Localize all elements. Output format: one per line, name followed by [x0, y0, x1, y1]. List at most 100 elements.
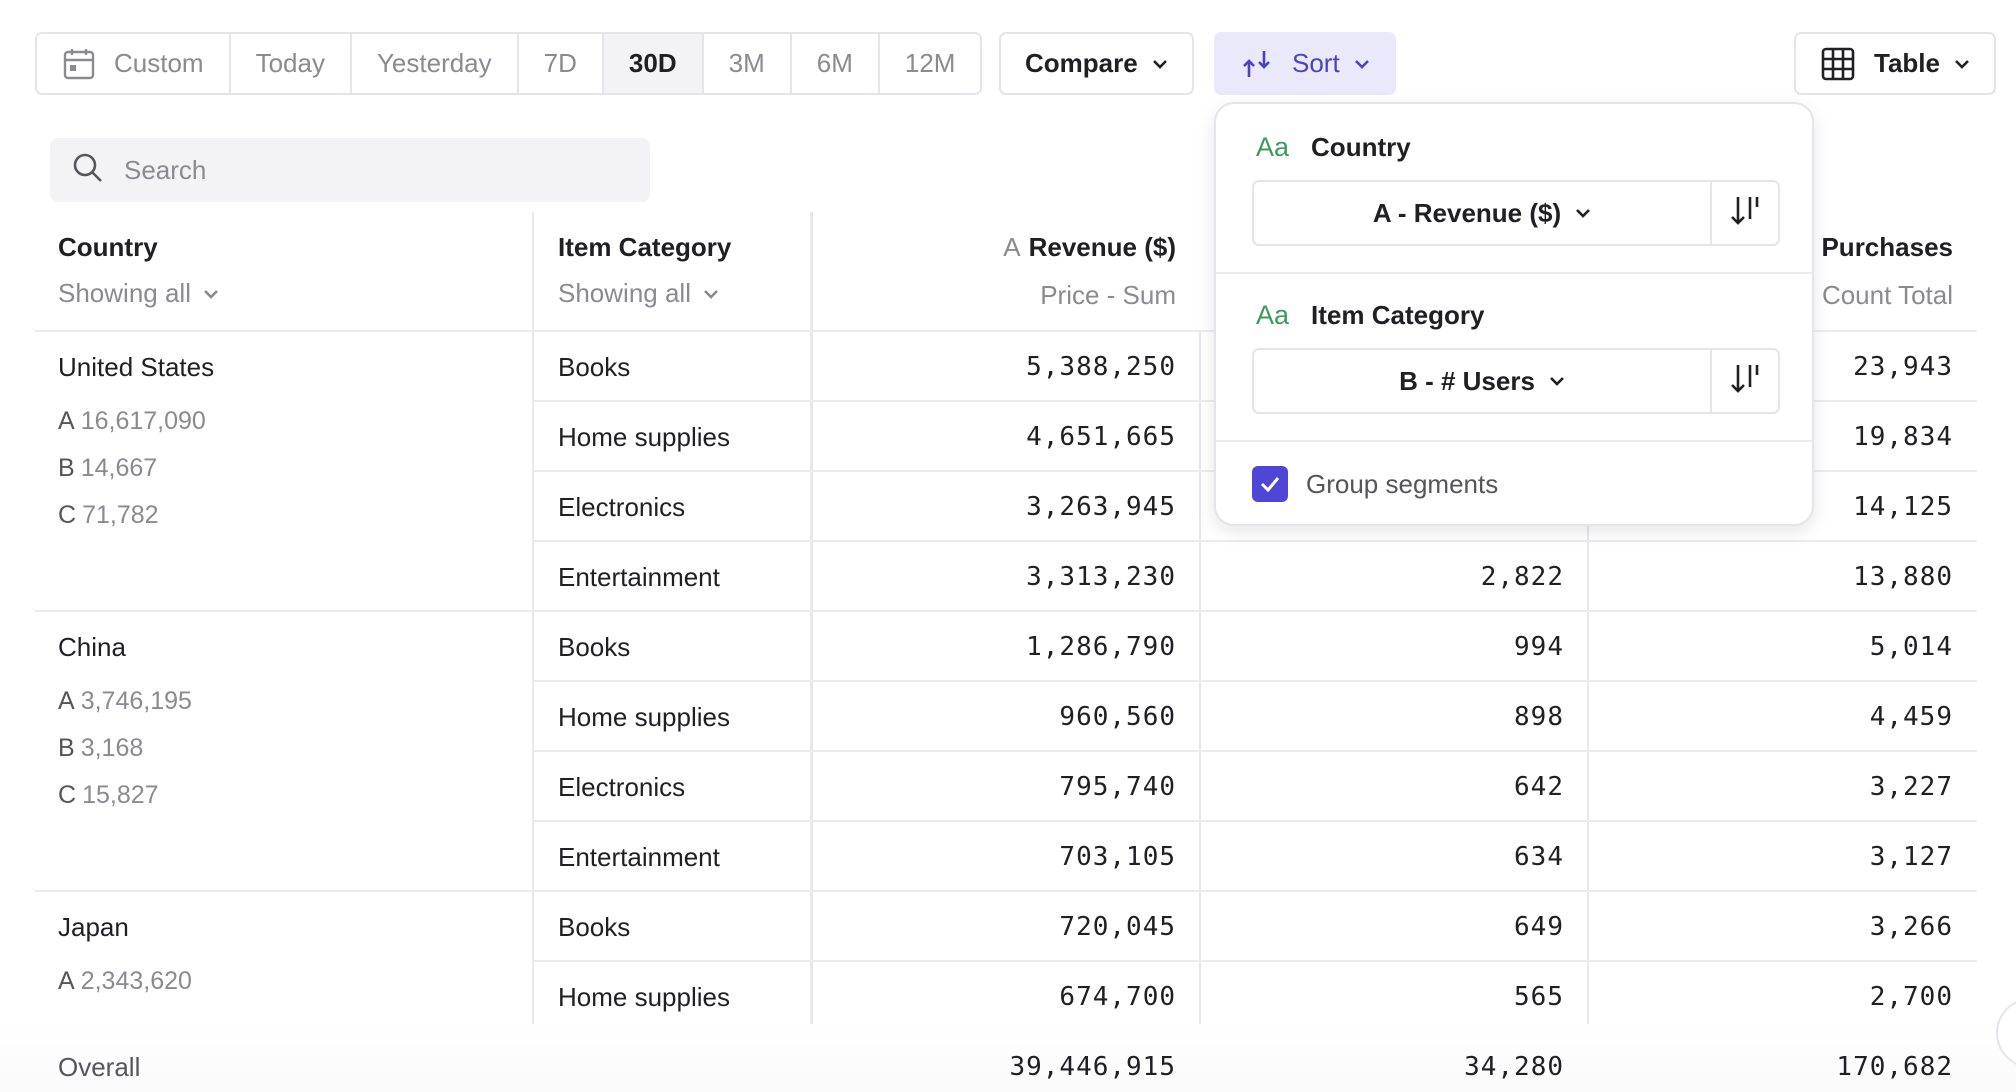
table-grid-icon [1820, 46, 1856, 82]
country-filter-dropdown[interactable]: Showing all [58, 278, 219, 309]
range-12m-button[interactable]: 12M [879, 34, 981, 93]
category-cell[interactable]: Books [558, 352, 630, 383]
metric-letter: A [1003, 232, 1021, 262]
overall-row [0, 1024, 2016, 1092]
sort-popover: Aa Country A - Revenue ($) Aa Item Categ… [1214, 102, 1814, 526]
row-divider [533, 890, 1977, 892]
item-category-column-header[interactable]: Item Category [558, 232, 731, 263]
group-segments-label: Group segments [1306, 468, 1499, 499]
sort-category-control: B - # Users [1252, 348, 1780, 414]
country-cell[interactable]: United States [58, 352, 214, 383]
country-stat: C 15,827 [58, 781, 159, 809]
sort-country-metric-dropdown[interactable]: A - Revenue ($) [1254, 182, 1712, 244]
text-type-icon: Aa [1256, 300, 1290, 330]
chevron-down-icon [1354, 58, 1370, 70]
range-3m-button[interactable]: 3M [703, 34, 792, 93]
purchases-cell: 19,834 [1853, 422, 1953, 452]
users-cell: 634 [1514, 842, 1564, 872]
users-cell: 2,822 [1480, 562, 1564, 592]
revenue-cell: 674,700 [1059, 982, 1176, 1012]
row-divider [533, 960, 1977, 962]
date-range-segmented-control: Custom Today Yesterday 7D 30D 3M 6M 12M [35, 32, 983, 95]
purchases-cell: 3,227 [1869, 772, 1953, 802]
column-divider [1199, 330, 1201, 1024]
range-7d-button[interactable]: 7D [518, 34, 604, 93]
view-type-label: Table [1874, 48, 1940, 78]
popover-divider [1216, 440, 1812, 442]
group-divider [35, 610, 533, 612]
range-custom-button[interactable]: Custom [37, 34, 231, 93]
compare-button[interactable]: Compare [999, 32, 1194, 95]
sort-arrows-icon [1240, 47, 1274, 81]
calendar-icon [62, 47, 96, 81]
range-today-button[interactable]: Today [230, 34, 352, 93]
revenue-cell: 960,560 [1059, 702, 1176, 732]
country-filter-label: Showing all [58, 278, 191, 308]
country-column-header[interactable]: Country [58, 232, 158, 263]
overall-label: Overall [58, 1052, 141, 1082]
purchases-cell: 23,943 [1853, 352, 1953, 382]
sort-item-country-label: Aa Country [1256, 132, 1411, 162]
revenue-cell: 795,740 [1059, 772, 1176, 802]
revenue-cell: 4,651,665 [1026, 422, 1176, 452]
row-divider [533, 750, 1977, 752]
category-cell[interactable]: Electronics [558, 772, 685, 803]
sort-button[interactable]: Sort [1214, 32, 1396, 95]
chevron-down-icon [1954, 58, 1970, 70]
popover-divider [1216, 272, 1812, 274]
group-segments-checkbox[interactable] [1252, 466, 1288, 502]
purchases-cell: 4,459 [1869, 702, 1953, 732]
overall-purchases: 170,682 [1836, 1052, 1953, 1082]
category-cell[interactable]: Home supplies [558, 422, 730, 453]
search-icon [72, 152, 104, 189]
category-cell[interactable]: Home supplies [558, 702, 730, 733]
purchases-column-header[interactable]: # Purchases [1800, 232, 1953, 263]
view-type-button[interactable]: Table [1794, 32, 1996, 95]
purchases-cell: 3,266 [1869, 912, 1953, 942]
chevron-down-icon [203, 288, 219, 300]
date-range-toolbar: Custom Today Yesterday 7D 30D 3M 6M 12M [35, 32, 983, 95]
category-cell[interactable]: Entertainment [558, 842, 720, 873]
sort-descending-icon [1728, 361, 1762, 402]
purchases-cell: 13,880 [1853, 562, 1953, 592]
sort-country-direction-button[interactable] [1712, 182, 1778, 244]
overall-revenue: 39,446,915 [1009, 1052, 1176, 1082]
range-6m-button[interactable]: 6M [791, 34, 880, 93]
purchases-subtitle: Count Total [1821, 280, 1953, 310]
row-divider [533, 680, 1977, 682]
country-cell[interactable]: China [58, 632, 126, 663]
category-cell[interactable]: Entertainment [558, 562, 720, 593]
sort-label: Sort [1292, 48, 1340, 78]
sort-category-direction-button[interactable] [1712, 350, 1778, 412]
item-category-filter-dropdown[interactable]: Showing all [558, 278, 719, 309]
category-cell[interactable]: Electronics [558, 492, 685, 523]
users-cell: 565 [1514, 982, 1564, 1012]
range-custom-label: Custom [114, 48, 204, 78]
overall-users: 34,280 [1464, 1052, 1564, 1082]
purchases-cell: 14,125 [1853, 492, 1953, 522]
revenue-cell: 703,105 [1059, 842, 1176, 872]
country-stat: B 3,168 [58, 734, 144, 762]
text-type-icon: Aa [1256, 132, 1290, 162]
category-cell[interactable]: Books [558, 632, 630, 663]
chevron-down-icon [1152, 58, 1168, 70]
search-box [50, 138, 650, 202]
search-input[interactable] [124, 154, 624, 186]
category-cell[interactable]: Home supplies [558, 982, 730, 1013]
revenue-cell: 3,263,945 [1026, 492, 1176, 522]
column-divider [532, 212, 534, 1024]
revenue-column-header[interactable]: A Revenue ($) [1003, 232, 1176, 263]
range-yesterday-button[interactable]: Yesterday [351, 34, 519, 93]
sort-item-category-label: Aa Item Category [1256, 300, 1485, 330]
range-30d-button[interactable]: 30D [603, 34, 704, 93]
group-segments-option[interactable]: Group segments [1252, 466, 1498, 502]
sort-descending-icon [1728, 193, 1762, 234]
item-category-filter-label: Showing all [558, 278, 691, 308]
category-cell[interactable]: Books [558, 912, 630, 943]
chevron-down-icon [1575, 207, 1591, 219]
country-cell[interactable]: Japan [58, 912, 129, 943]
sort-category-metric-dropdown[interactable]: B - # Users [1254, 350, 1712, 412]
revenue-subtitle: Price - Sum [1040, 280, 1176, 310]
country-stat: C 71,782 [58, 501, 159, 529]
sort-country-control: A - Revenue ($) [1252, 180, 1780, 246]
